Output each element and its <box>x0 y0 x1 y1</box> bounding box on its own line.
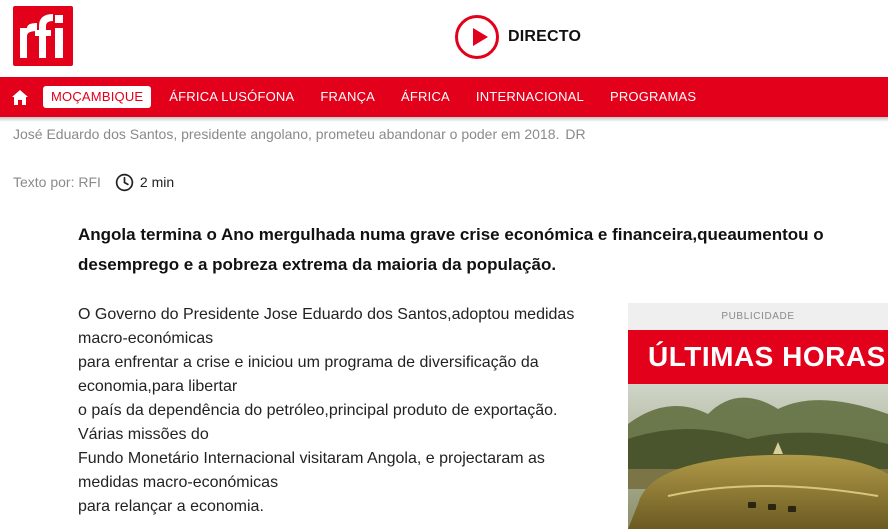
body-line: Fundo Monetário Internacional visitaram … <box>78 450 545 491</box>
rfi-logo[interactable] <box>13 6 73 66</box>
play-circle-icon <box>455 15 499 59</box>
nav-item-africa-lusofona[interactable]: ÁFRICA LUSÓFONA <box>156 86 307 108</box>
nav-shadow <box>0 117 888 122</box>
image-caption: José Eduardo dos Santos, presidente ango… <box>13 126 586 142</box>
article-body: O Governo do Presidente Jose Eduardo dos… <box>78 303 603 519</box>
site-header: DIRECTO <box>0 0 888 77</box>
home-icon <box>12 89 28 105</box>
nav-item-internacional[interactable]: INTERNACIONAL <box>463 86 597 108</box>
caption-text: José Eduardo dos Santos, presidente ango… <box>13 126 560 142</box>
body-line: para enfrentar a crise e iniciou um prog… <box>78 354 539 395</box>
nav-item-mocambique[interactable]: MOÇAMBIQUE <box>43 86 152 108</box>
body-line: o país da dependência do petróleo,princi… <box>78 402 558 443</box>
rfi-logo-mark <box>20 14 63 58</box>
live-label: DIRECTO <box>508 28 582 45</box>
ad-label: PUBLICIDADE <box>721 311 795 322</box>
ad-photo-image[interactable] <box>628 384 888 529</box>
nav-item-programas[interactable]: PROGRAMAS <box>597 86 709 108</box>
live-button[interactable]: DIRECTO <box>455 15 581 59</box>
clock-icon <box>115 173 134 191</box>
main-nav: MOÇAMBIQUE ÁFRICA LUSÓFONA FRANÇA ÁFRICA… <box>0 77 888 117</box>
body-line: O Governo do Presidente Jose Eduardo dos… <box>78 306 575 347</box>
nav-item-franca[interactable]: FRANÇA <box>307 86 388 108</box>
body-line: para relançar a economia. <box>78 498 264 515</box>
article-lead: Angola termina o Ano mergulhada numa gra… <box>78 225 824 274</box>
nav-item-africa[interactable]: ÁFRICA <box>388 86 463 108</box>
advertisement[interactable]: PUBLICIDADE ÚLTIMAS HORAS <box>628 303 888 529</box>
article-meta: Texto por: RFI 2 min <box>13 171 174 193</box>
read-time-label: 2 min <box>139 174 175 190</box>
ad-banner[interactable]: ÚLTIMAS HORAS <box>628 330 888 384</box>
caption-credit: DR <box>565 126 586 142</box>
author-byline: Texto por: RFI <box>13 174 101 190</box>
home-button[interactable] <box>0 77 40 117</box>
nav-items: MOÇAMBIQUE ÁFRICA LUSÓFONA FRANÇA ÁFRICA… <box>40 77 709 117</box>
read-time: 2 min <box>115 173 174 192</box>
